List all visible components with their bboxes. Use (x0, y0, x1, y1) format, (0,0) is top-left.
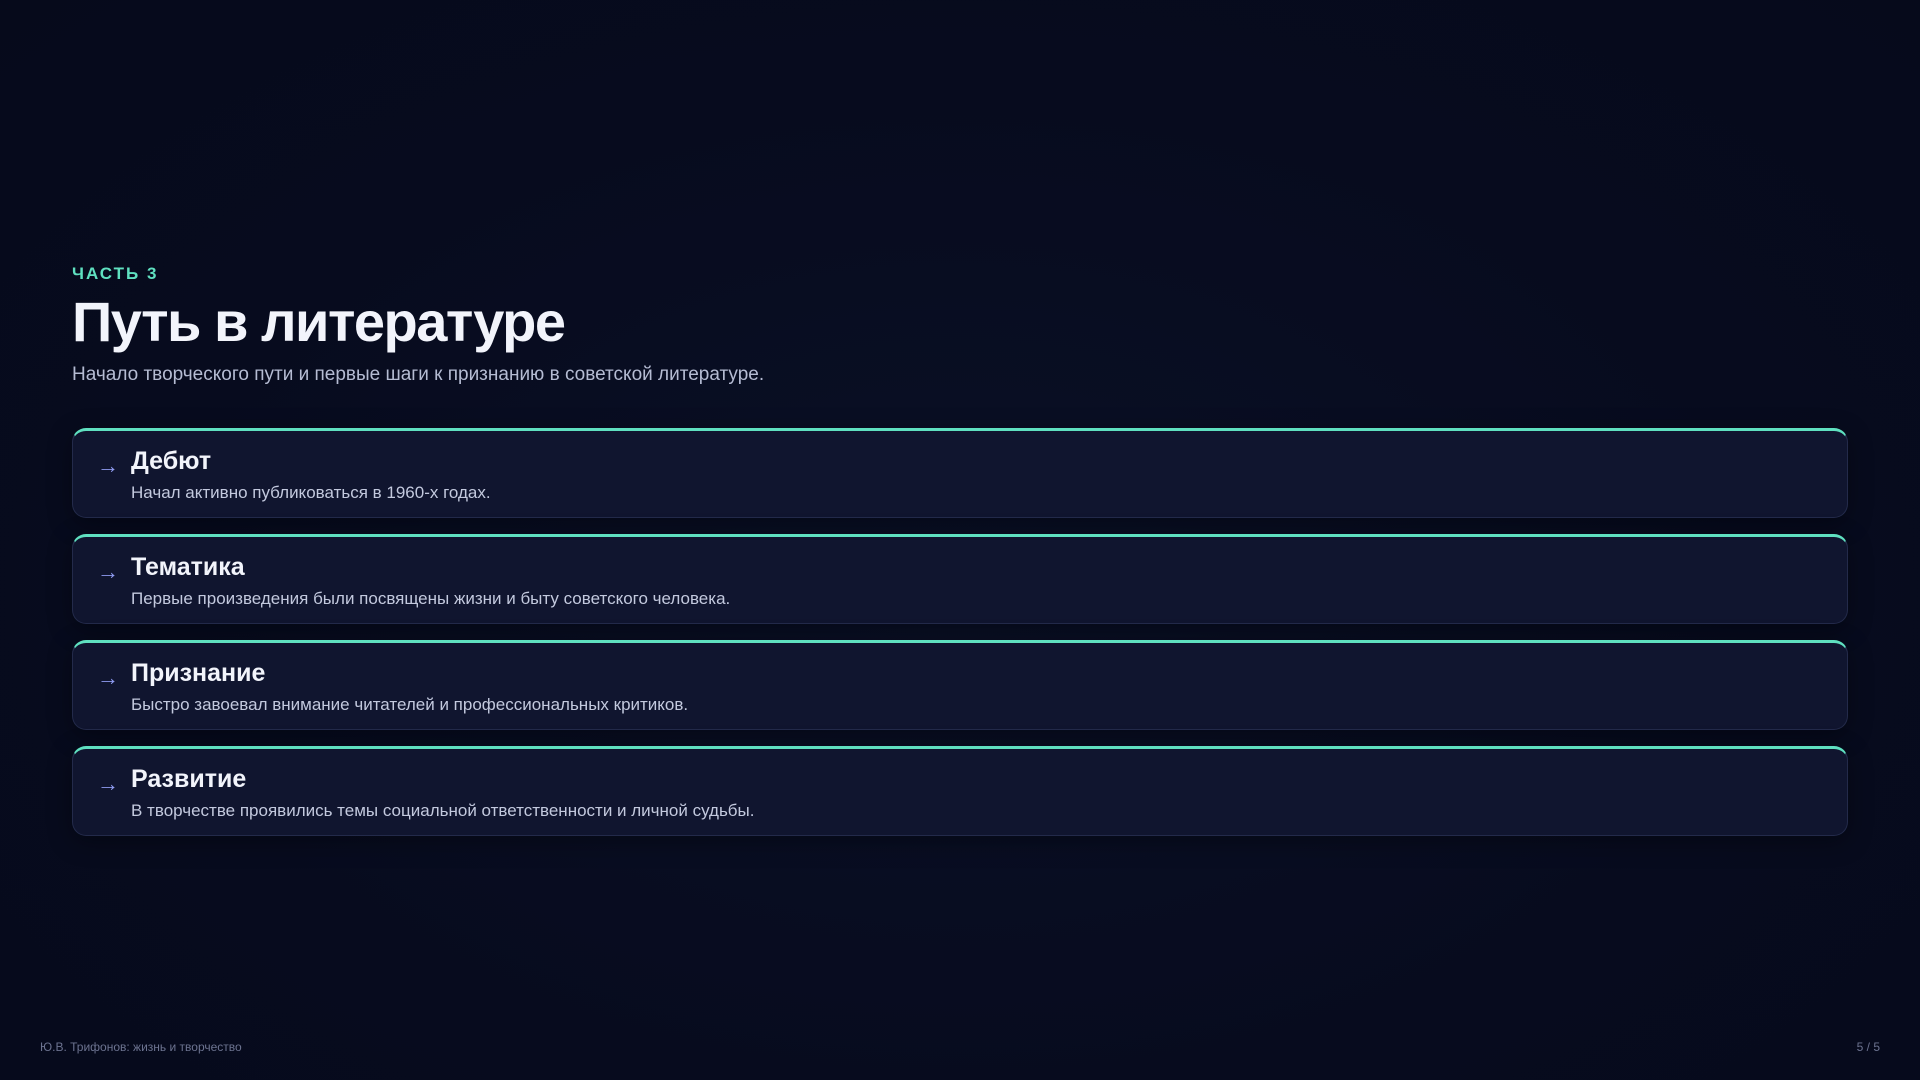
card-debut: → Дебют Начал активно публиковаться в 19… (72, 428, 1848, 518)
card-title: Развитие (131, 765, 247, 793)
page-title: Путь в литературе (72, 290, 566, 353)
footer-presentation-title: Ю.В. Трифонов: жизнь и творчество (40, 1040, 242, 1054)
page-subtitle: Начало творческого пути и первые шаги к … (72, 364, 765, 385)
card-list: → Дебют Начал активно публиковаться в 19… (72, 428, 1848, 836)
section-label: ЧАСТЬ 3 (72, 264, 159, 283)
arrow-right-icon: → (97, 453, 119, 478)
card-title: Дебют (131, 447, 212, 475)
slide-content: ЧАСТЬ 3 Путь в литературе Начало творчес… (72, 262, 1848, 836)
card-description: В творчестве проявились темы социальной … (131, 801, 755, 820)
card-recognition: → Признание Быстро завоевал внимание чит… (72, 640, 1848, 730)
card-title: Тематика (131, 553, 245, 581)
page-number: 5 / 5 (1856, 1040, 1880, 1054)
arrow-right-icon: → (97, 665, 119, 690)
card-description: Быстро завоевал внимание читателей и про… (131, 695, 689, 714)
card-themes: → Тематика Первые произведения были посв… (72, 534, 1848, 624)
arrow-right-icon: → (97, 559, 119, 584)
card-description: Начал активно публиковаться в 1960-х год… (131, 483, 491, 502)
card-title: Признание (131, 659, 266, 687)
card-description: Первые произведения были посвящены жизни… (131, 589, 731, 608)
slide: ЧАСТЬ 3 Путь в литературе Начало творчес… (0, 0, 1920, 1080)
arrow-right-icon: → (97, 771, 119, 796)
card-development: → Развитие В творчестве проявились темы … (72, 746, 1848, 836)
